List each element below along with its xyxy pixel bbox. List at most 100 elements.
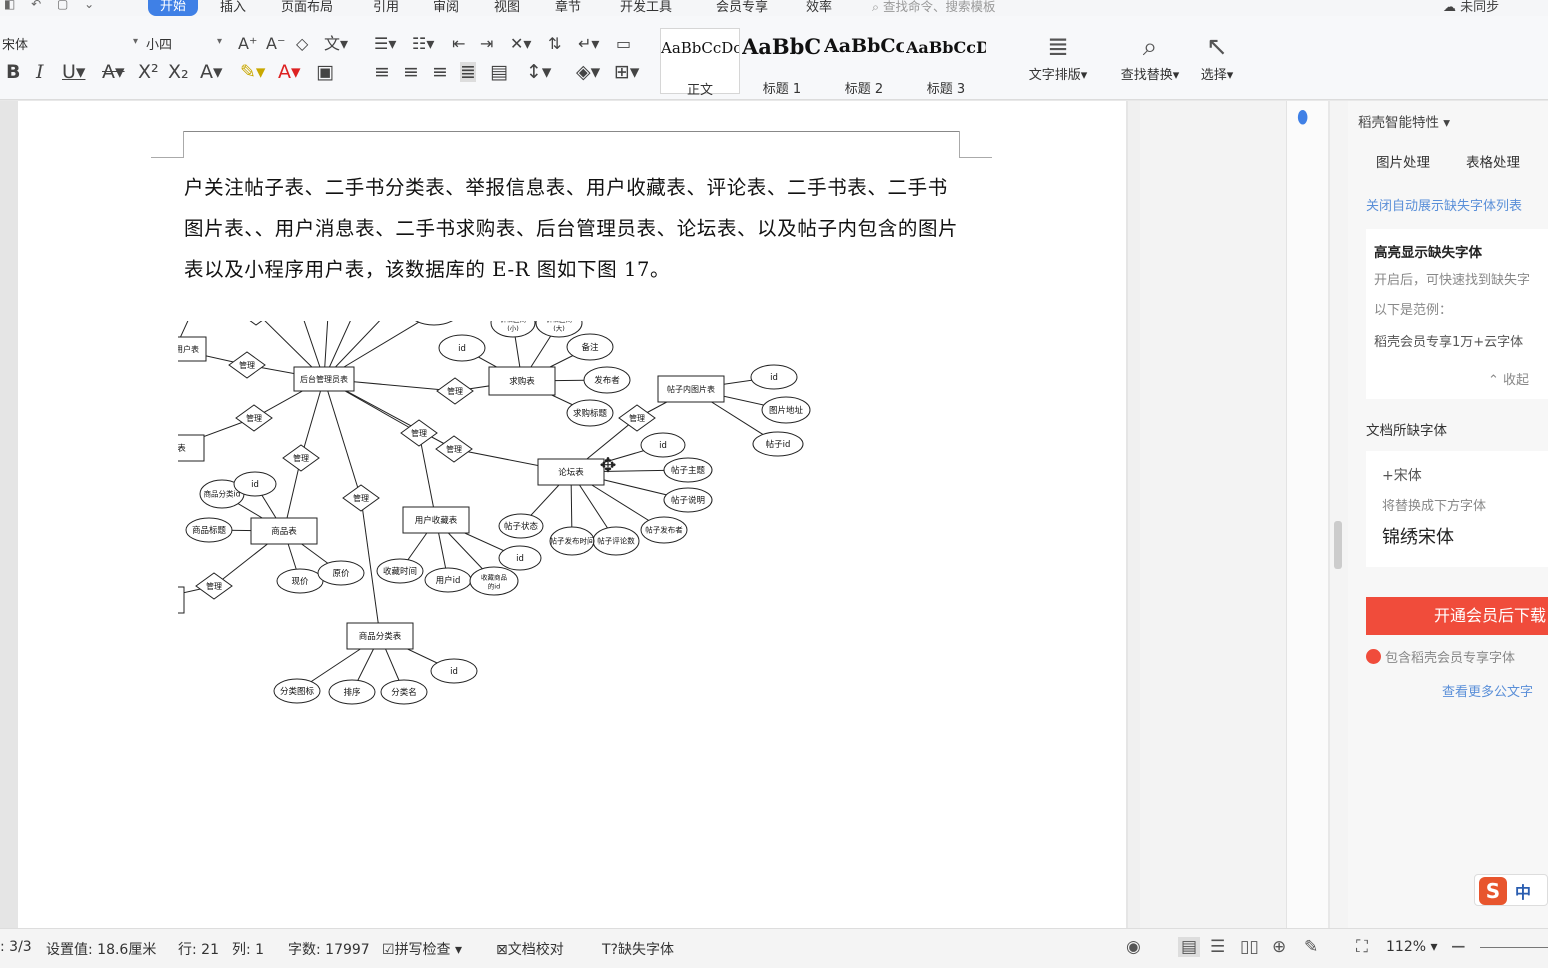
chevron-down-icon: ▾ bbox=[132, 36, 138, 47]
tab-insert[interactable]: 插入 bbox=[220, 0, 246, 15]
italic-icon[interactable]: I bbox=[36, 62, 44, 82]
style-heading-3[interactable]: AaBbCcDc 标题 3 bbox=[906, 28, 986, 97]
panel-scrollbar[interactable] bbox=[1330, 101, 1348, 928]
panel-tab-table[interactable]: 表格处理 bbox=[1466, 151, 1520, 171]
grow-font-icon[interactable]: A⁺ bbox=[238, 34, 257, 54]
er-connector-line bbox=[360, 497, 381, 637]
zoom-slider[interactable] bbox=[1480, 947, 1548, 948]
margin-corner bbox=[151, 157, 184, 158]
text-layout-button[interactable]: ≣ 文字排版▾ bbox=[1022, 30, 1094, 83]
er-entity-label: 用户收藏表 bbox=[415, 515, 458, 526]
shrink-font-icon[interactable]: A⁻ bbox=[266, 34, 285, 54]
read-mode-icon[interactable]: ▯▯ bbox=[1240, 937, 1259, 957]
close-auto-missing-link[interactable]: 关闭自动展示缺失字体列表 bbox=[1366, 195, 1522, 214]
er-attribute-label: id bbox=[770, 373, 778, 383]
sort-icon[interactable]: ⇅ bbox=[548, 34, 561, 54]
word-count[interactable]: 字数: 17997 bbox=[288, 939, 370, 959]
page-indicator[interactable]: : 3/3 bbox=[0, 939, 32, 955]
tab-view[interactable]: 视图 bbox=[494, 0, 520, 15]
tab-page-layout[interactable]: 页面布局 bbox=[281, 0, 333, 15]
location-pin-icon[interactable]: ⬮ bbox=[1297, 107, 1317, 129]
font-name-select[interactable]: 宋体 ▾ bbox=[2, 34, 142, 54]
write-mode-icon[interactable]: ✎ bbox=[1304, 937, 1318, 957]
body-paragraph[interactable]: 户关注帖子表、二手书分类表、举报信息表、用户收藏表、评论表、二手书表、二手书图片… bbox=[184, 167, 964, 290]
ribbon-tab-bar: ◧ ↶ ▢ ⌄ 开始 插入 页面布局 引用 审阅 视图 章节 开发工具 会员专享… bbox=[0, 0, 1548, 16]
outline-view-icon[interactable]: ☰ bbox=[1210, 937, 1225, 957]
zoom-out-icon[interactable]: − bbox=[1450, 934, 1467, 958]
show-marks-icon[interactable]: ↵▾ bbox=[578, 34, 599, 54]
align-center-icon[interactable]: ≡ bbox=[403, 62, 419, 82]
row-indicator: 行: 21 bbox=[178, 942, 219, 958]
er-relationship-label: 管理 bbox=[246, 413, 262, 423]
sync-status[interactable]: ☁ 未同步 bbox=[1443, 0, 1499, 15]
quick-access-icons[interactable]: ◧ ↶ ▢ ⌄ bbox=[4, 0, 100, 11]
more-fonts-link[interactable]: 查看更多公文字 bbox=[1442, 681, 1533, 700]
fit-page-icon[interactable]: ⛶ bbox=[1356, 937, 1368, 957]
er-attribute-label: 原价 bbox=[332, 569, 350, 579]
align-left-icon[interactable]: ≡ bbox=[374, 62, 390, 82]
tab-home[interactable]: 开始 bbox=[148, 0, 199, 16]
align-right-icon[interactable]: ≡ bbox=[432, 62, 448, 82]
er-attribute-label: 帖子主题 bbox=[671, 465, 706, 476]
select-button[interactable]: ↖ 选择▾ bbox=[1194, 30, 1240, 83]
vip-download-button[interactable]: 开通会员后下载 bbox=[1366, 597, 1548, 635]
decrease-indent-icon[interactable]: ⇤ bbox=[452, 34, 465, 54]
distribute-icon[interactable]: ▤ bbox=[490, 62, 508, 82]
document-scrollbar[interactable] bbox=[1128, 101, 1140, 928]
phonetic-icon[interactable]: 文▾ bbox=[324, 34, 348, 54]
strikethrough-icon[interactable]: A▾ bbox=[102, 62, 125, 82]
font-size-select[interactable]: 小四 ▾ bbox=[146, 34, 226, 54]
font-color-icon[interactable]: A▾ bbox=[278, 62, 301, 82]
margin-corner bbox=[959, 131, 960, 157]
spell-check-button[interactable]: ☑拼写检查 ▾ bbox=[382, 939, 462, 959]
numbered-list-icon[interactable]: ☷▾ bbox=[412, 34, 434, 54]
eye-protection-icon[interactable]: ◉ bbox=[1126, 937, 1141, 957]
bullet-list-icon[interactable]: ☰▾ bbox=[374, 34, 396, 54]
er-diagram[interactable]: id帖子id关注者id关注时间是否处理被举报的帖子id举报内容举报者被举报的商品… bbox=[178, 321, 968, 928]
docer-logo-icon bbox=[1366, 649, 1381, 664]
tab-efficiency[interactable]: 效率 bbox=[806, 0, 832, 15]
tab-review[interactable]: 审阅 bbox=[433, 0, 459, 15]
text-effect-icon[interactable]: A▾ bbox=[200, 62, 223, 82]
tab-member[interactable]: 会员专享 bbox=[716, 0, 768, 15]
highlight-icon[interactable]: ✎▾ bbox=[240, 62, 265, 82]
card-desc: 开启后，可快速找到缺失字 bbox=[1374, 273, 1531, 288]
document-canvas[interactable]: 户关注帖子表、二手书分类表、举报信息表、用户收藏表、评论表、二手书表、二手书图片… bbox=[0, 101, 1140, 928]
underline-icon[interactable]: U▾ bbox=[62, 62, 85, 82]
style-heading-2[interactable]: AaBbCcI 标题 2 bbox=[824, 28, 904, 97]
replacement-font[interactable]: 锦绣宋体 bbox=[1382, 523, 1454, 549]
shading-icon[interactable]: ◈▾ bbox=[576, 62, 600, 82]
clear-format-icon[interactable]: ◇ bbox=[296, 34, 308, 54]
increase-indent-icon[interactable]: ⇥ bbox=[480, 34, 493, 54]
zoom-level[interactable]: 112% ▾ bbox=[1386, 939, 1438, 955]
ime-toolbar[interactable]: S 中 bbox=[1474, 874, 1548, 906]
borders-icon[interactable]: ⊞▾ bbox=[614, 62, 639, 82]
document-page[interactable]: 户关注帖子表、二手书分类表、举报信息表、用户收藏表、评论表、二手书表、二手书图片… bbox=[18, 101, 1126, 928]
find-replace-button[interactable]: ⌕ 查找替换▾ bbox=[1114, 30, 1186, 83]
er-entity-label: 求购表 bbox=[509, 376, 535, 387]
web-view-icon[interactable]: ⊕ bbox=[1272, 937, 1286, 957]
tab-section[interactable]: 章节 bbox=[555, 0, 581, 15]
subscript-icon[interactable]: X₂ bbox=[168, 62, 189, 82]
tab-stops-icon[interactable]: ▭ bbox=[616, 34, 631, 54]
style-normal[interactable]: AaBbCcDc 正文 bbox=[660, 28, 740, 98]
chinese-layout-icon[interactable]: ✕▾ bbox=[510, 34, 531, 54]
superscript-icon[interactable]: X² bbox=[138, 62, 159, 82]
doc-proof-button[interactable]: ⊠文档校对 bbox=[496, 939, 564, 959]
collapse-button[interactable]: ⌃ 收起 bbox=[1488, 369, 1529, 388]
tab-developer[interactable]: 开发工具 bbox=[620, 0, 672, 15]
panel-title[interactable]: 稻壳智能特性 ▾ bbox=[1358, 111, 1450, 131]
char-border-icon[interactable]: ▣ bbox=[316, 62, 334, 82]
justify-icon[interactable]: ≣ bbox=[460, 62, 476, 82]
scroll-thumb[interactable] bbox=[1334, 521, 1342, 569]
col-indicator: 列: 1 bbox=[232, 942, 265, 958]
tab-references[interactable]: 引用 bbox=[373, 0, 399, 15]
missing-font-button[interactable]: T?缺失字体 bbox=[602, 939, 674, 959]
line-spacing-icon[interactable]: ↕▾ bbox=[526, 62, 551, 82]
command-search[interactable]: ⌕ 查找命令、搜索模板 bbox=[872, 0, 996, 15]
page-view-icon[interactable]: ▤ bbox=[1178, 937, 1201, 957]
bold-icon[interactable]: B bbox=[6, 62, 20, 82]
style-heading-1[interactable]: AaBbC( 标题 1 bbox=[742, 28, 822, 97]
panel-tab-image[interactable]: 图片处理 bbox=[1376, 151, 1430, 171]
ime-mode[interactable]: 中 bbox=[1515, 879, 1531, 903]
